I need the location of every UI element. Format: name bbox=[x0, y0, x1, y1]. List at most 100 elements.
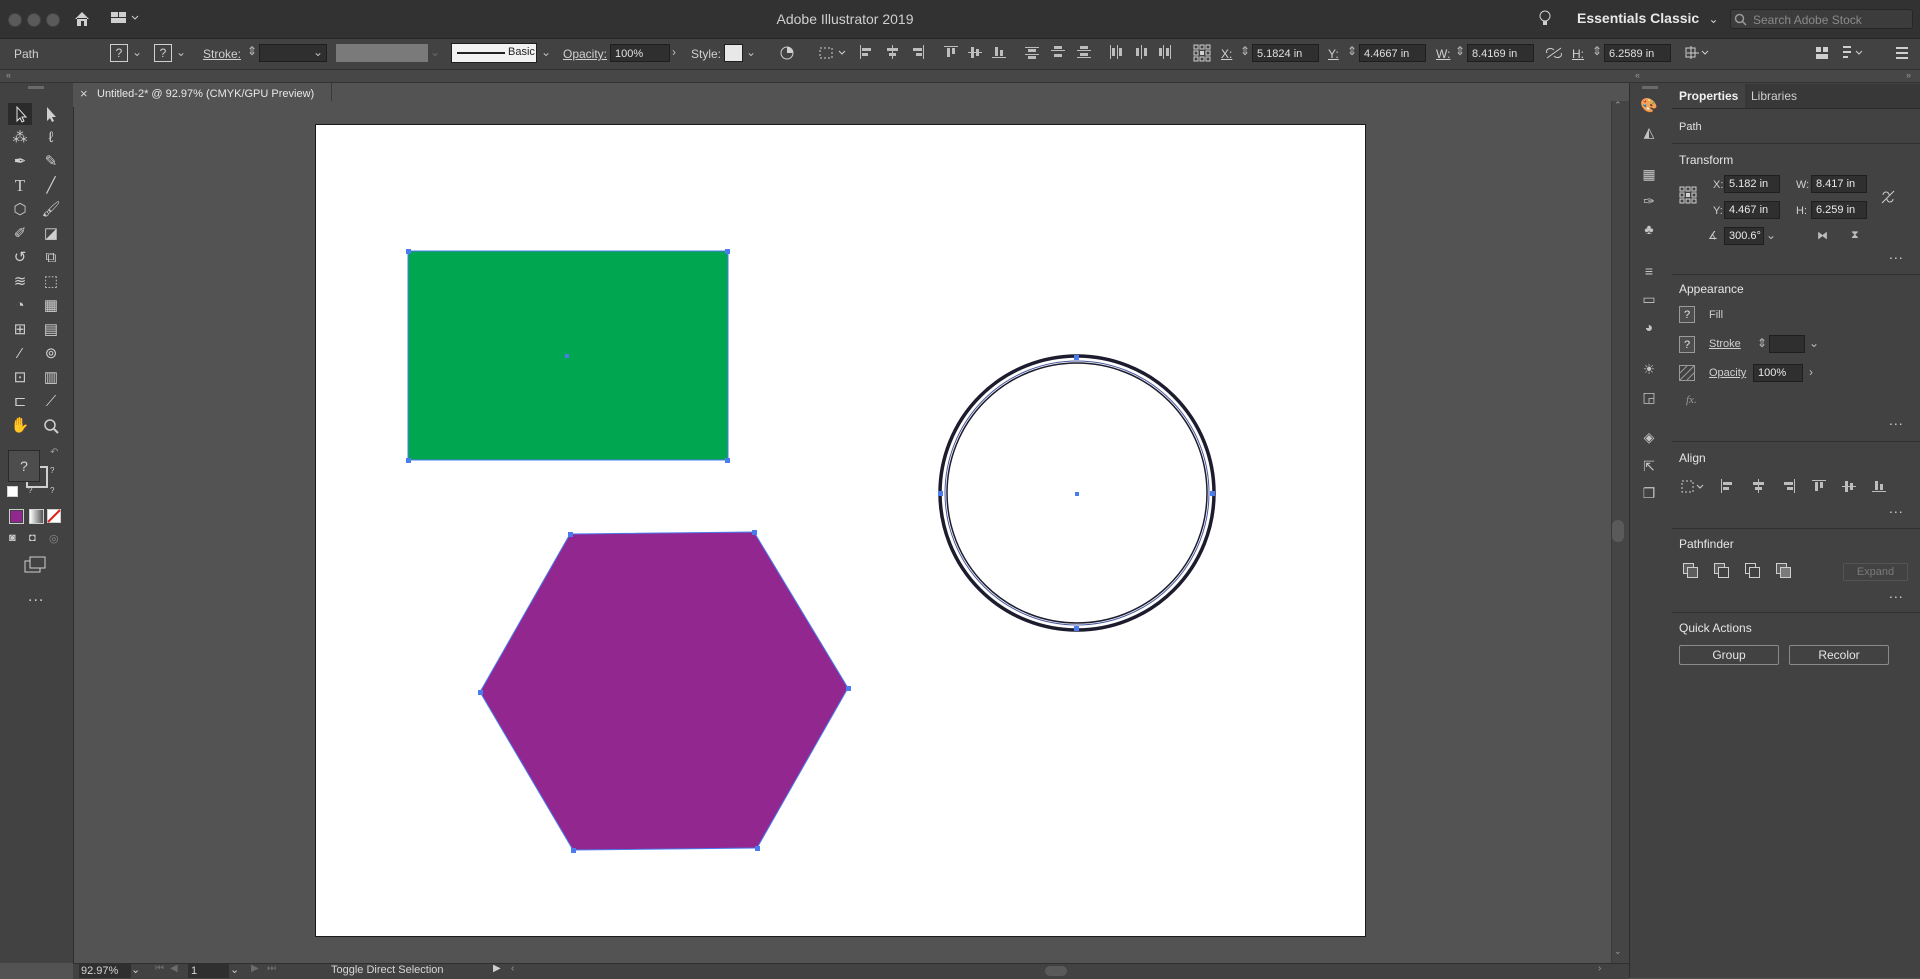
h-field[interactable]: 6.2589 in bbox=[1604, 44, 1671, 62]
pathfinder-unite-icon[interactable] bbox=[1683, 563, 1698, 578]
vertical-scrollbar-thumb[interactable] bbox=[1612, 520, 1624, 542]
opacity-label[interactable]: Opacity bbox=[1709, 367, 1746, 379]
selection-tool-icon[interactable] bbox=[10, 103, 32, 125]
vertical-align-bottom-icon[interactable] bbox=[992, 45, 1006, 59]
line-segment-tool-icon[interactable]: ╱ bbox=[40, 175, 62, 197]
default-fill-stroke-icon[interactable] bbox=[7, 486, 18, 497]
chevron-down-icon[interactable]: ⌄ bbox=[230, 963, 239, 976]
anchor-point[interactable] bbox=[938, 491, 943, 496]
scroll-down-icon[interactable]: ⌄ bbox=[1614, 946, 1622, 957]
magic-wand-tool-icon[interactable]: ⁂ bbox=[9, 127, 31, 149]
curvature-tool-icon[interactable]: ✎ bbox=[40, 151, 62, 173]
draw-inside-icon[interactable]: ◎ bbox=[49, 532, 59, 545]
brush-definition-dropdown[interactable]: Basic bbox=[451, 43, 537, 63]
vertical-distribute-bottom-icon[interactable] bbox=[1077, 45, 1091, 59]
stepper-icon[interactable]: ⇕ bbox=[1240, 44, 1250, 58]
pathfinder-exclude-icon[interactable] bbox=[1776, 563, 1791, 578]
polygon-tool-icon[interactable]: ⬡ bbox=[9, 199, 31, 221]
vertical-align-center-icon[interactable] bbox=[968, 45, 982, 59]
tab-libraries[interactable]: Libraries bbox=[1744, 84, 1804, 108]
chevron-down-icon[interactable]: ⌄ bbox=[131, 963, 140, 976]
chevron-down-icon[interactable]: ⌄ bbox=[746, 45, 756, 59]
vertical-align-top-icon[interactable] bbox=[1812, 479, 1826, 493]
appearance-panel-icon[interactable]: ☀ bbox=[1637, 358, 1661, 380]
x-label[interactable]: X: bbox=[1221, 47, 1232, 61]
more-options-button[interactable]: ... bbox=[1889, 500, 1904, 516]
stroke-swatch[interactable]: ? bbox=[1679, 336, 1695, 353]
horizontal-align-right-icon[interactable] bbox=[1782, 479, 1796, 493]
horizontal-align-center-icon[interactable] bbox=[1751, 479, 1765, 493]
swap-fill-stroke-icon[interactable]: ↶ bbox=[50, 447, 58, 458]
group-button[interactable]: Group bbox=[1679, 645, 1779, 665]
control-bar-menu-icon[interactable] bbox=[1895, 46, 1909, 60]
width-tool-icon[interactable]: ≋ bbox=[9, 271, 31, 293]
stroke-panel-icon[interactable]: ≡ bbox=[1637, 260, 1661, 282]
purple-hexagon[interactable] bbox=[479, 531, 849, 851]
anchor-point[interactable] bbox=[755, 846, 760, 851]
vertical-distribute-center-icon[interactable] bbox=[1051, 45, 1065, 59]
constrain-proportions-icon[interactable] bbox=[1880, 188, 1896, 206]
arrange-documents-icon[interactable] bbox=[1815, 46, 1829, 60]
expand-button[interactable]: Expand bbox=[1843, 563, 1908, 581]
column-graph-tool-icon[interactable]: ▥ bbox=[40, 367, 62, 389]
scroll-left-icon[interactable]: ‹ bbox=[511, 963, 514, 974]
chevron-down-icon[interactable]: ⌄ bbox=[541, 45, 551, 59]
horizontal-scrollbar-thumb[interactable] bbox=[1045, 966, 1067, 976]
transform-y-field[interactable]: 4.467 in bbox=[1724, 201, 1780, 219]
pathfinder-intersect-icon[interactable] bbox=[1745, 563, 1760, 578]
recolor-artwork-icon[interactable] bbox=[779, 45, 795, 61]
anchor-point[interactable] bbox=[478, 690, 483, 695]
stepper-icon[interactable]: ⇕ bbox=[1455, 44, 1465, 58]
eraser-tool-icon[interactable]: ◪ bbox=[40, 223, 62, 245]
blend-tool-icon[interactable]: ⊚ bbox=[40, 343, 62, 365]
vertical-distribute-top-icon[interactable] bbox=[1025, 45, 1039, 59]
asset-export-icon[interactable]: ⇱ bbox=[1637, 455, 1661, 477]
stroke-weight-field[interactable] bbox=[1769, 335, 1805, 353]
horizontal-distribute-right-icon[interactable] bbox=[1158, 45, 1172, 59]
color-panel-icon[interactable]: 🎨 bbox=[1637, 94, 1661, 116]
stepper-icon[interactable]: ⇕ bbox=[1592, 44, 1602, 58]
slice-tool-icon[interactable]: ⟋ bbox=[40, 391, 62, 413]
horizontal-distribute-center-icon[interactable] bbox=[1135, 45, 1149, 59]
scale-tool-icon[interactable]: ⧉ bbox=[40, 247, 62, 269]
gradient-panel-icon[interactable]: ▭ bbox=[1637, 288, 1661, 310]
chevron-down-icon[interactable]: ⌄ bbox=[132, 45, 142, 59]
symbols-icon[interactable]: ♣ bbox=[1637, 218, 1661, 240]
gradient-tool-icon[interactable]: ▤ bbox=[40, 319, 62, 341]
vertical-align-center-icon[interactable] bbox=[1842, 479, 1856, 493]
eyedropper-tool-icon[interactable]: ⁄ bbox=[9, 343, 31, 365]
direct-selection-tool-icon[interactable] bbox=[40, 103, 62, 125]
anchor-point[interactable] bbox=[406, 458, 411, 463]
variable-width-profile-dropdown[interactable] bbox=[336, 44, 428, 62]
close-document-button[interactable]: × bbox=[80, 86, 88, 101]
fill-swatch[interactable]: ? bbox=[1679, 306, 1695, 323]
draw-behind-icon[interactable]: ◘ bbox=[29, 532, 36, 544]
horizontal-align-left-icon[interactable] bbox=[1720, 479, 1734, 493]
zoom-tool-icon[interactable] bbox=[40, 415, 62, 437]
scroll-right-icon[interactable]: › bbox=[1598, 963, 1601, 974]
w-label[interactable]: W: bbox=[1436, 47, 1450, 61]
transparency-icon[interactable]: ◕ bbox=[1637, 316, 1661, 338]
chevron-right-icon[interactable]: › bbox=[1809, 365, 1813, 379]
status-message[interactable]: Toggle Direct Selection bbox=[331, 964, 444, 976]
edit-toolbar-button[interactable]: ... bbox=[28, 588, 44, 606]
anchor-point[interactable] bbox=[725, 249, 730, 254]
transform-x-field[interactable]: 5.182 in bbox=[1724, 175, 1780, 193]
opacity-icon[interactable] bbox=[1679, 365, 1695, 381]
lasso-tool-icon[interactable]: ℓ bbox=[40, 127, 62, 149]
chevron-down-icon[interactable]: ⌄ bbox=[1809, 336, 1819, 350]
perspective-grid-tool-icon[interactable]: ▦ bbox=[40, 295, 62, 317]
adobe-stock-search-input[interactable]: Search Adobe Stock bbox=[1730, 9, 1913, 29]
reference-point-icon[interactable] bbox=[1679, 186, 1697, 204]
shaper-tool-icon[interactable]: ✐ bbox=[9, 223, 31, 245]
h-label[interactable]: H: bbox=[1572, 47, 1584, 61]
opacity-field[interactable]: 100% bbox=[610, 44, 670, 62]
stepper-icon[interactable]: ⇕ bbox=[247, 44, 257, 58]
shape-builder-tool-icon[interactable]: ◔ bbox=[9, 295, 31, 317]
anchor-point[interactable] bbox=[1074, 626, 1079, 631]
anchor-point[interactable] bbox=[568, 532, 573, 537]
stroke-color-swatch[interactable]: ? bbox=[154, 44, 172, 62]
mesh-tool-icon[interactable]: ⊞ bbox=[9, 319, 31, 341]
more-options-button[interactable]: ... bbox=[1889, 585, 1904, 601]
artwork-layer[interactable] bbox=[315, 124, 1366, 937]
